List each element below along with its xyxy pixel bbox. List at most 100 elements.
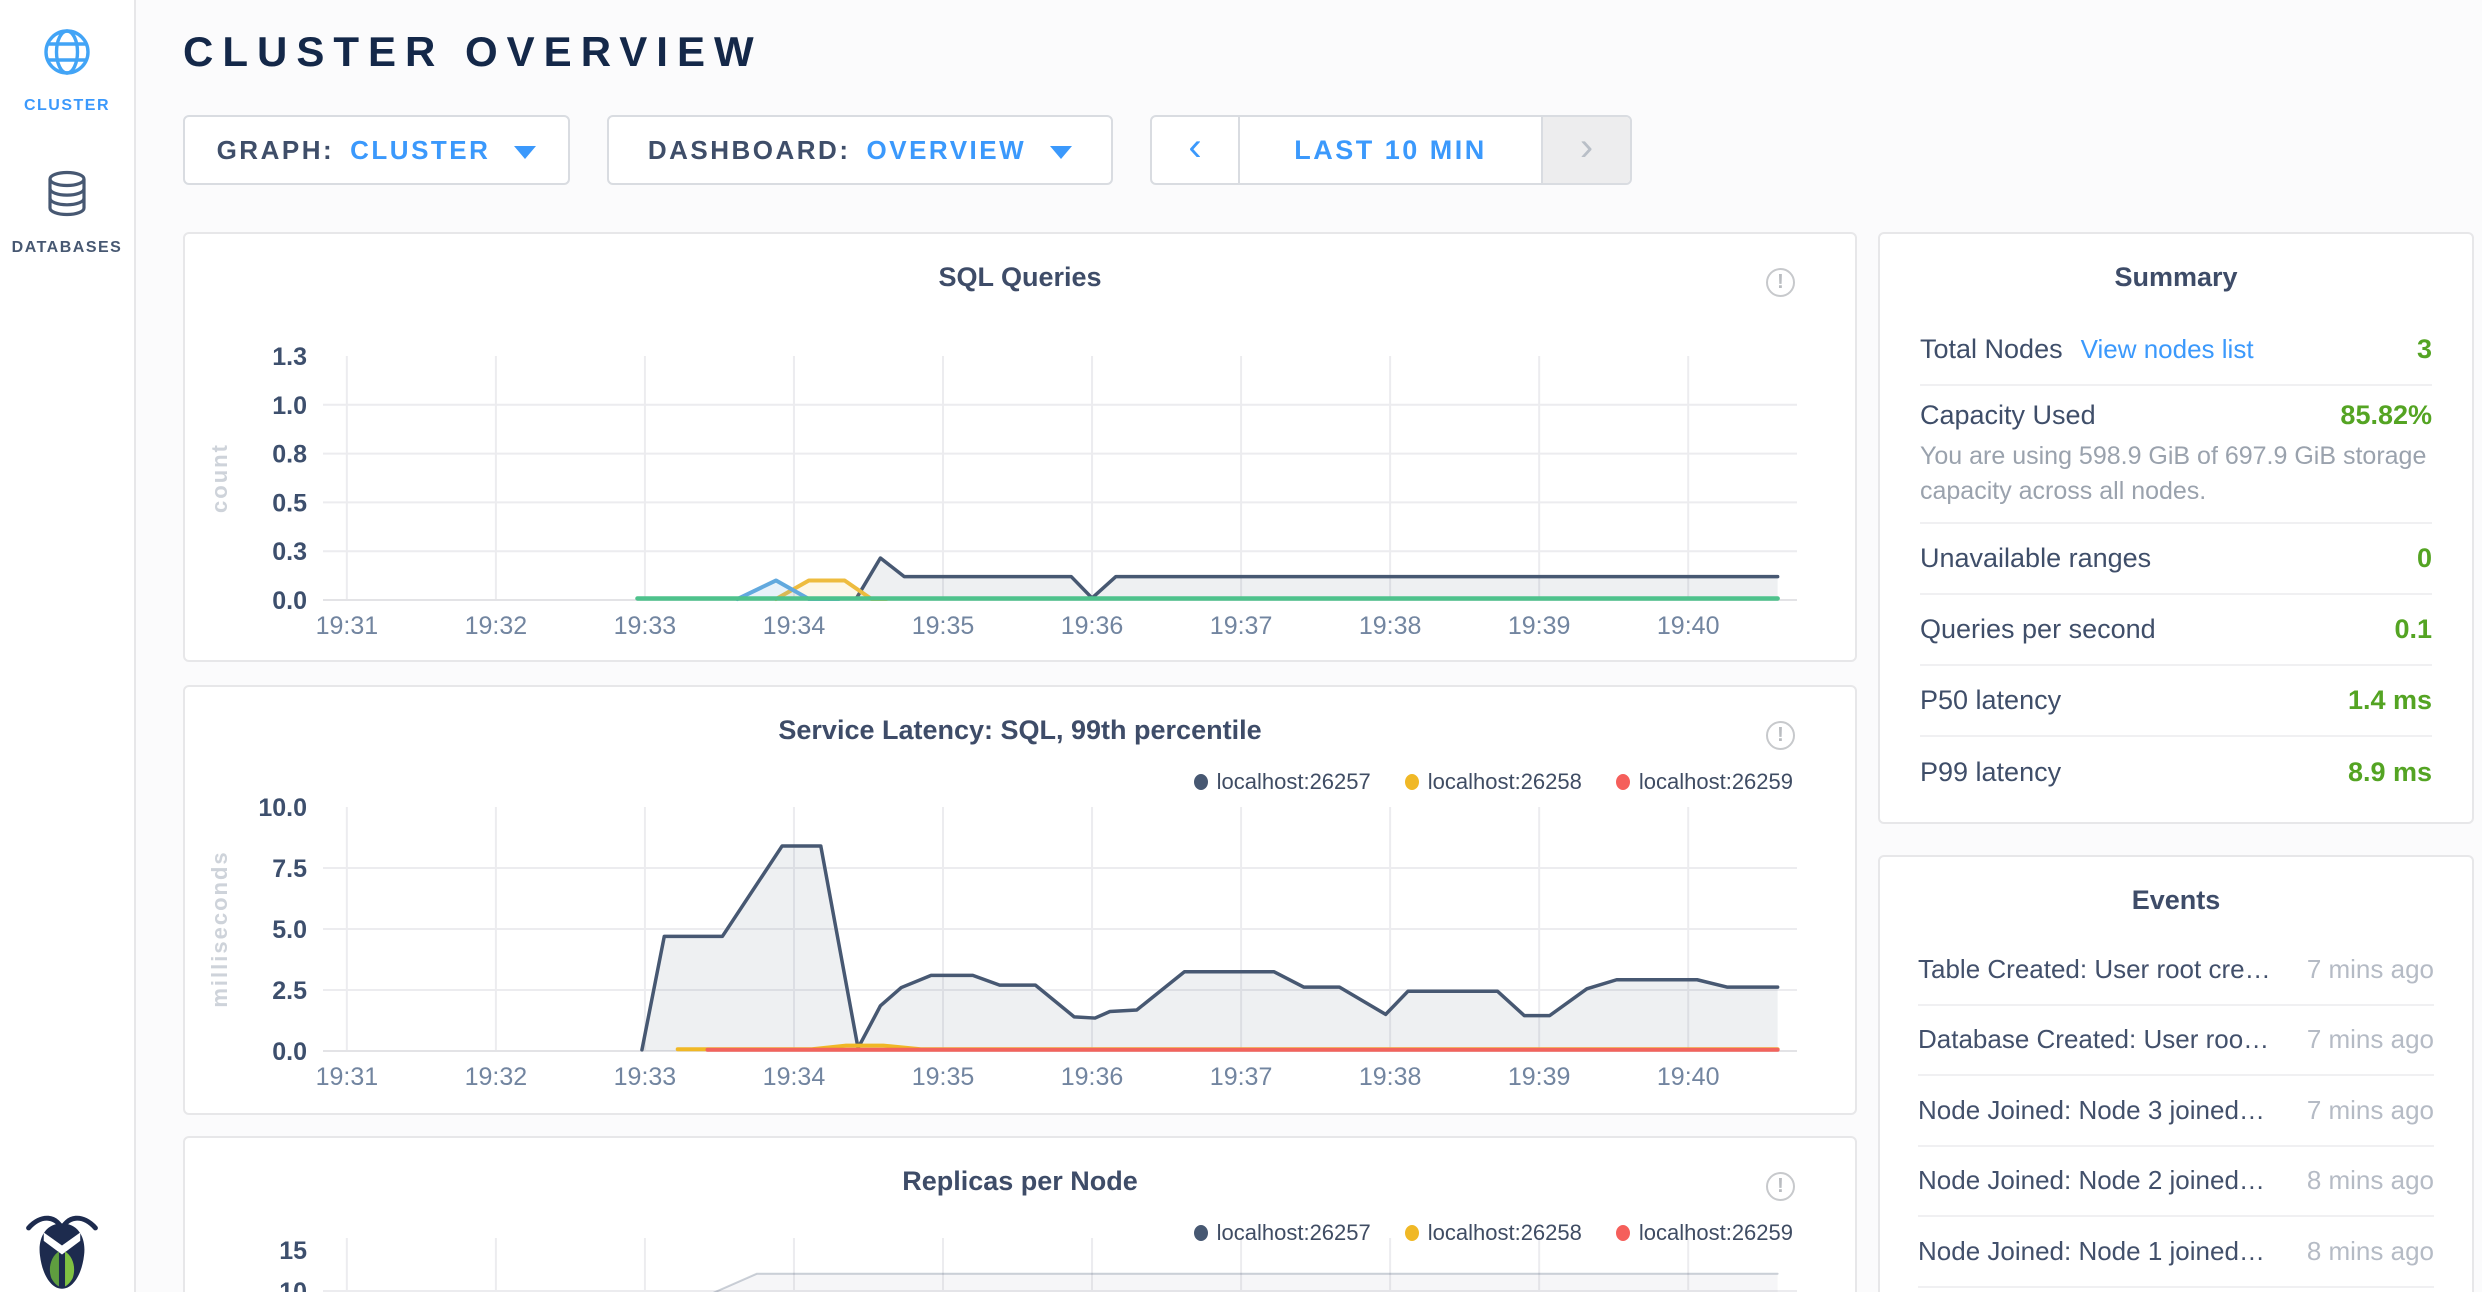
svg-text:10.0: 10.0 — [258, 794, 307, 822]
info-icon[interactable]: ! — [1766, 721, 1795, 750]
svg-text:19:31: 19:31 — [316, 1063, 379, 1091]
summary-row-label: Capacity Used — [1920, 400, 2096, 431]
info-icon[interactable]: ! — [1766, 268, 1795, 297]
legend-label: localhost:26258 — [1428, 769, 1582, 795]
chart-title: Replicas per Node — [185, 1166, 1855, 1197]
event-time: 7 mins ago — [2307, 954, 2434, 985]
summary-row: Total Nodes View nodes list 3 — [1920, 315, 2432, 386]
svg-text:19:35: 19:35 — [912, 1063, 975, 1091]
legend-label: localhost:26258 — [1428, 1220, 1582, 1246]
controls-bar: GRAPH: CLUSTER DASHBOARD: OVERVIEW ‹ LAS… — [183, 115, 1632, 185]
summary-row-value: 0 — [2417, 543, 2432, 574]
svg-text:0.5: 0.5 — [272, 489, 307, 517]
svg-text:10: 10 — [279, 1278, 307, 1292]
summary-row: Unavailable ranges0 — [1920, 524, 2432, 595]
chart-card-replicas-per-node: 1510 Replicas per Node ! localhost:26257… — [183, 1136, 1857, 1292]
svg-text:19:39: 19:39 — [1508, 1063, 1571, 1091]
svg-text:15: 15 — [279, 1237, 307, 1265]
legend-dot-icon — [1616, 1225, 1630, 1241]
legend-dot-icon — [1616, 774, 1630, 790]
event-time: 7 mins ago — [2307, 1024, 2434, 1055]
legend-label: localhost:26257 — [1217, 769, 1371, 795]
time-range-value[interactable]: LAST 10 MIN — [1240, 117, 1541, 183]
time-range-prev-button[interactable]: ‹ — [1152, 117, 1240, 183]
summary-row-value: 3 — [2417, 334, 2432, 365]
summary-rows: Total Nodes View nodes list 3 Capacity Used… — [1920, 315, 2432, 808]
svg-text:19:39: 19:39 — [1508, 612, 1571, 640]
summary-row-value: 85.82% — [2340, 400, 2432, 431]
chevron-down-icon — [1050, 146, 1072, 159]
event-row: Node Joined: Node 2 joined… 8 mins ago — [1918, 1147, 2434, 1218]
legend-label: localhost:26257 — [1217, 1220, 1371, 1246]
summary-title: Summary — [1880, 262, 2472, 293]
event-text: Node Joined: Node 2 joined… — [1918, 1165, 2265, 1196]
legend-item: localhost:26259 — [1616, 769, 1793, 795]
event-row: Database Created: User roo… 7 mins ago — [1918, 1006, 2434, 1077]
svg-text:1.0: 1.0 — [272, 392, 307, 420]
info-icon[interactable]: ! — [1766, 1172, 1795, 1201]
svg-text:19:40: 19:40 — [1657, 612, 1720, 640]
events-panel: Events Table Created: User root cre…7 mi… — [1878, 855, 2474, 1292]
service-latency-line-chart: 19:3119:3219:3319:3419:3519:3619:3719:38… — [185, 687, 1855, 1113]
sidebar-item-label: CLUSTER — [24, 97, 110, 115]
svg-text:0.0: 0.0 — [272, 1038, 307, 1066]
page-title: CLUSTER OVERVIEW — [183, 28, 763, 76]
cockroachdb-logo-icon — [24, 1208, 100, 1292]
event-row: Node Joined: Node 3 joined…7 mins ago — [1918, 1076, 2434, 1147]
dashboard-dropdown[interactable]: DASHBOARD: OVERVIEW — [607, 115, 1113, 185]
sidebar-item-label: DATABASES — [12, 239, 123, 257]
svg-text:19:36: 19:36 — [1061, 1063, 1124, 1091]
svg-text:19:33: 19:33 — [614, 612, 677, 640]
globe-icon — [41, 26, 93, 83]
event-text: Node Joined: Node 1 joined… — [1918, 1236, 2265, 1267]
summary-row: P50 latency 1.4 ms — [1920, 666, 2432, 737]
summary-row-label: Queries per second — [1920, 614, 2156, 645]
chevron-down-icon — [514, 146, 536, 159]
legend-label: localhost:26259 — [1639, 1220, 1793, 1246]
svg-text:19:40: 19:40 — [1657, 1063, 1720, 1091]
summary-row-label: Total Nodes — [1920, 334, 2063, 365]
legend-item: localhost:26258 — [1405, 769, 1582, 795]
event-rows: Table Created: User root cre…7 mins agoD… — [1918, 935, 2434, 1288]
events-title: Events — [1880, 885, 2472, 916]
event-text: Node Joined: Node 3 joined… — [1918, 1095, 2265, 1126]
replicas-per-node-line-chart: 1510 — [185, 1138, 1855, 1292]
svg-text:count: count — [207, 443, 232, 513]
summary-panel: Summary Total Nodes View nodes list 3 Capac… — [1878, 232, 2474, 824]
graph-dropdown[interactable]: GRAPH: CLUSTER — [183, 115, 570, 185]
graph-dropdown-label: GRAPH: — [217, 135, 335, 166]
summary-row-label: P99 latency — [1920, 757, 2061, 788]
legend-item: localhost:26258 — [1405, 1220, 1582, 1246]
sidebar: CLUSTER DATABASES — [0, 0, 136, 1292]
chart-card-sql-queries: 19:3119:3219:3319:3419:3519:3619:3719:38… — [183, 232, 1857, 662]
summary-row-label: P50 latency — [1920, 685, 2061, 716]
cluster-overview-page: CLUSTER DATABASES — [0, 0, 2482, 1292]
database-icon — [41, 168, 93, 225]
svg-text:19:38: 19:38 — [1359, 1063, 1422, 1091]
svg-text:19:37: 19:37 — [1210, 1063, 1273, 1091]
event-time: 8 mins ago — [2307, 1165, 2434, 1196]
summary-row-value: 0.1 — [2394, 614, 2432, 645]
view-nodes-link[interactable]: View nodes list — [2081, 334, 2254, 365]
summary-row: P99 latency8.9 ms — [1920, 737, 2432, 808]
chart-card-service-latency: 19:3119:3219:3319:3419:3519:3619:3719:38… — [183, 685, 1857, 1115]
dashboard-dropdown-label: DASHBOARD: — [648, 135, 851, 166]
svg-text:19:34: 19:34 — [763, 612, 826, 640]
svg-text:19:37: 19:37 — [1210, 612, 1273, 640]
legend-item: localhost:26257 — [1194, 769, 1371, 795]
svg-text:19:34: 19:34 — [763, 1063, 826, 1091]
svg-text:7.5: 7.5 — [272, 855, 307, 883]
time-range-next-button[interactable]: › — [1541, 117, 1630, 183]
summary-row-subtext: You are using 598.9 GiB of 697.9 GiB sto… — [1920, 439, 2432, 509]
svg-text:19:32: 19:32 — [465, 1063, 528, 1091]
summary-row: Capacity Used 85.82% You are using 598.9 G… — [1920, 386, 2432, 524]
sidebar-item-databases[interactable]: DATABASES — [0, 168, 134, 257]
legend-dot-icon — [1194, 774, 1208, 790]
svg-text:5.0: 5.0 — [272, 916, 307, 944]
svg-text:0.3: 0.3 — [272, 538, 307, 566]
svg-text:1.3: 1.3 — [272, 343, 307, 371]
event-text: Database Created: User roo… — [1918, 1024, 2269, 1055]
sidebar-item-cluster[interactable]: CLUSTER — [0, 26, 134, 115]
summary-row-value: 1.4 ms — [2348, 685, 2432, 716]
chart-legend: localhost:26257 localhost:26258 localhost:… — [1194, 769, 1793, 795]
